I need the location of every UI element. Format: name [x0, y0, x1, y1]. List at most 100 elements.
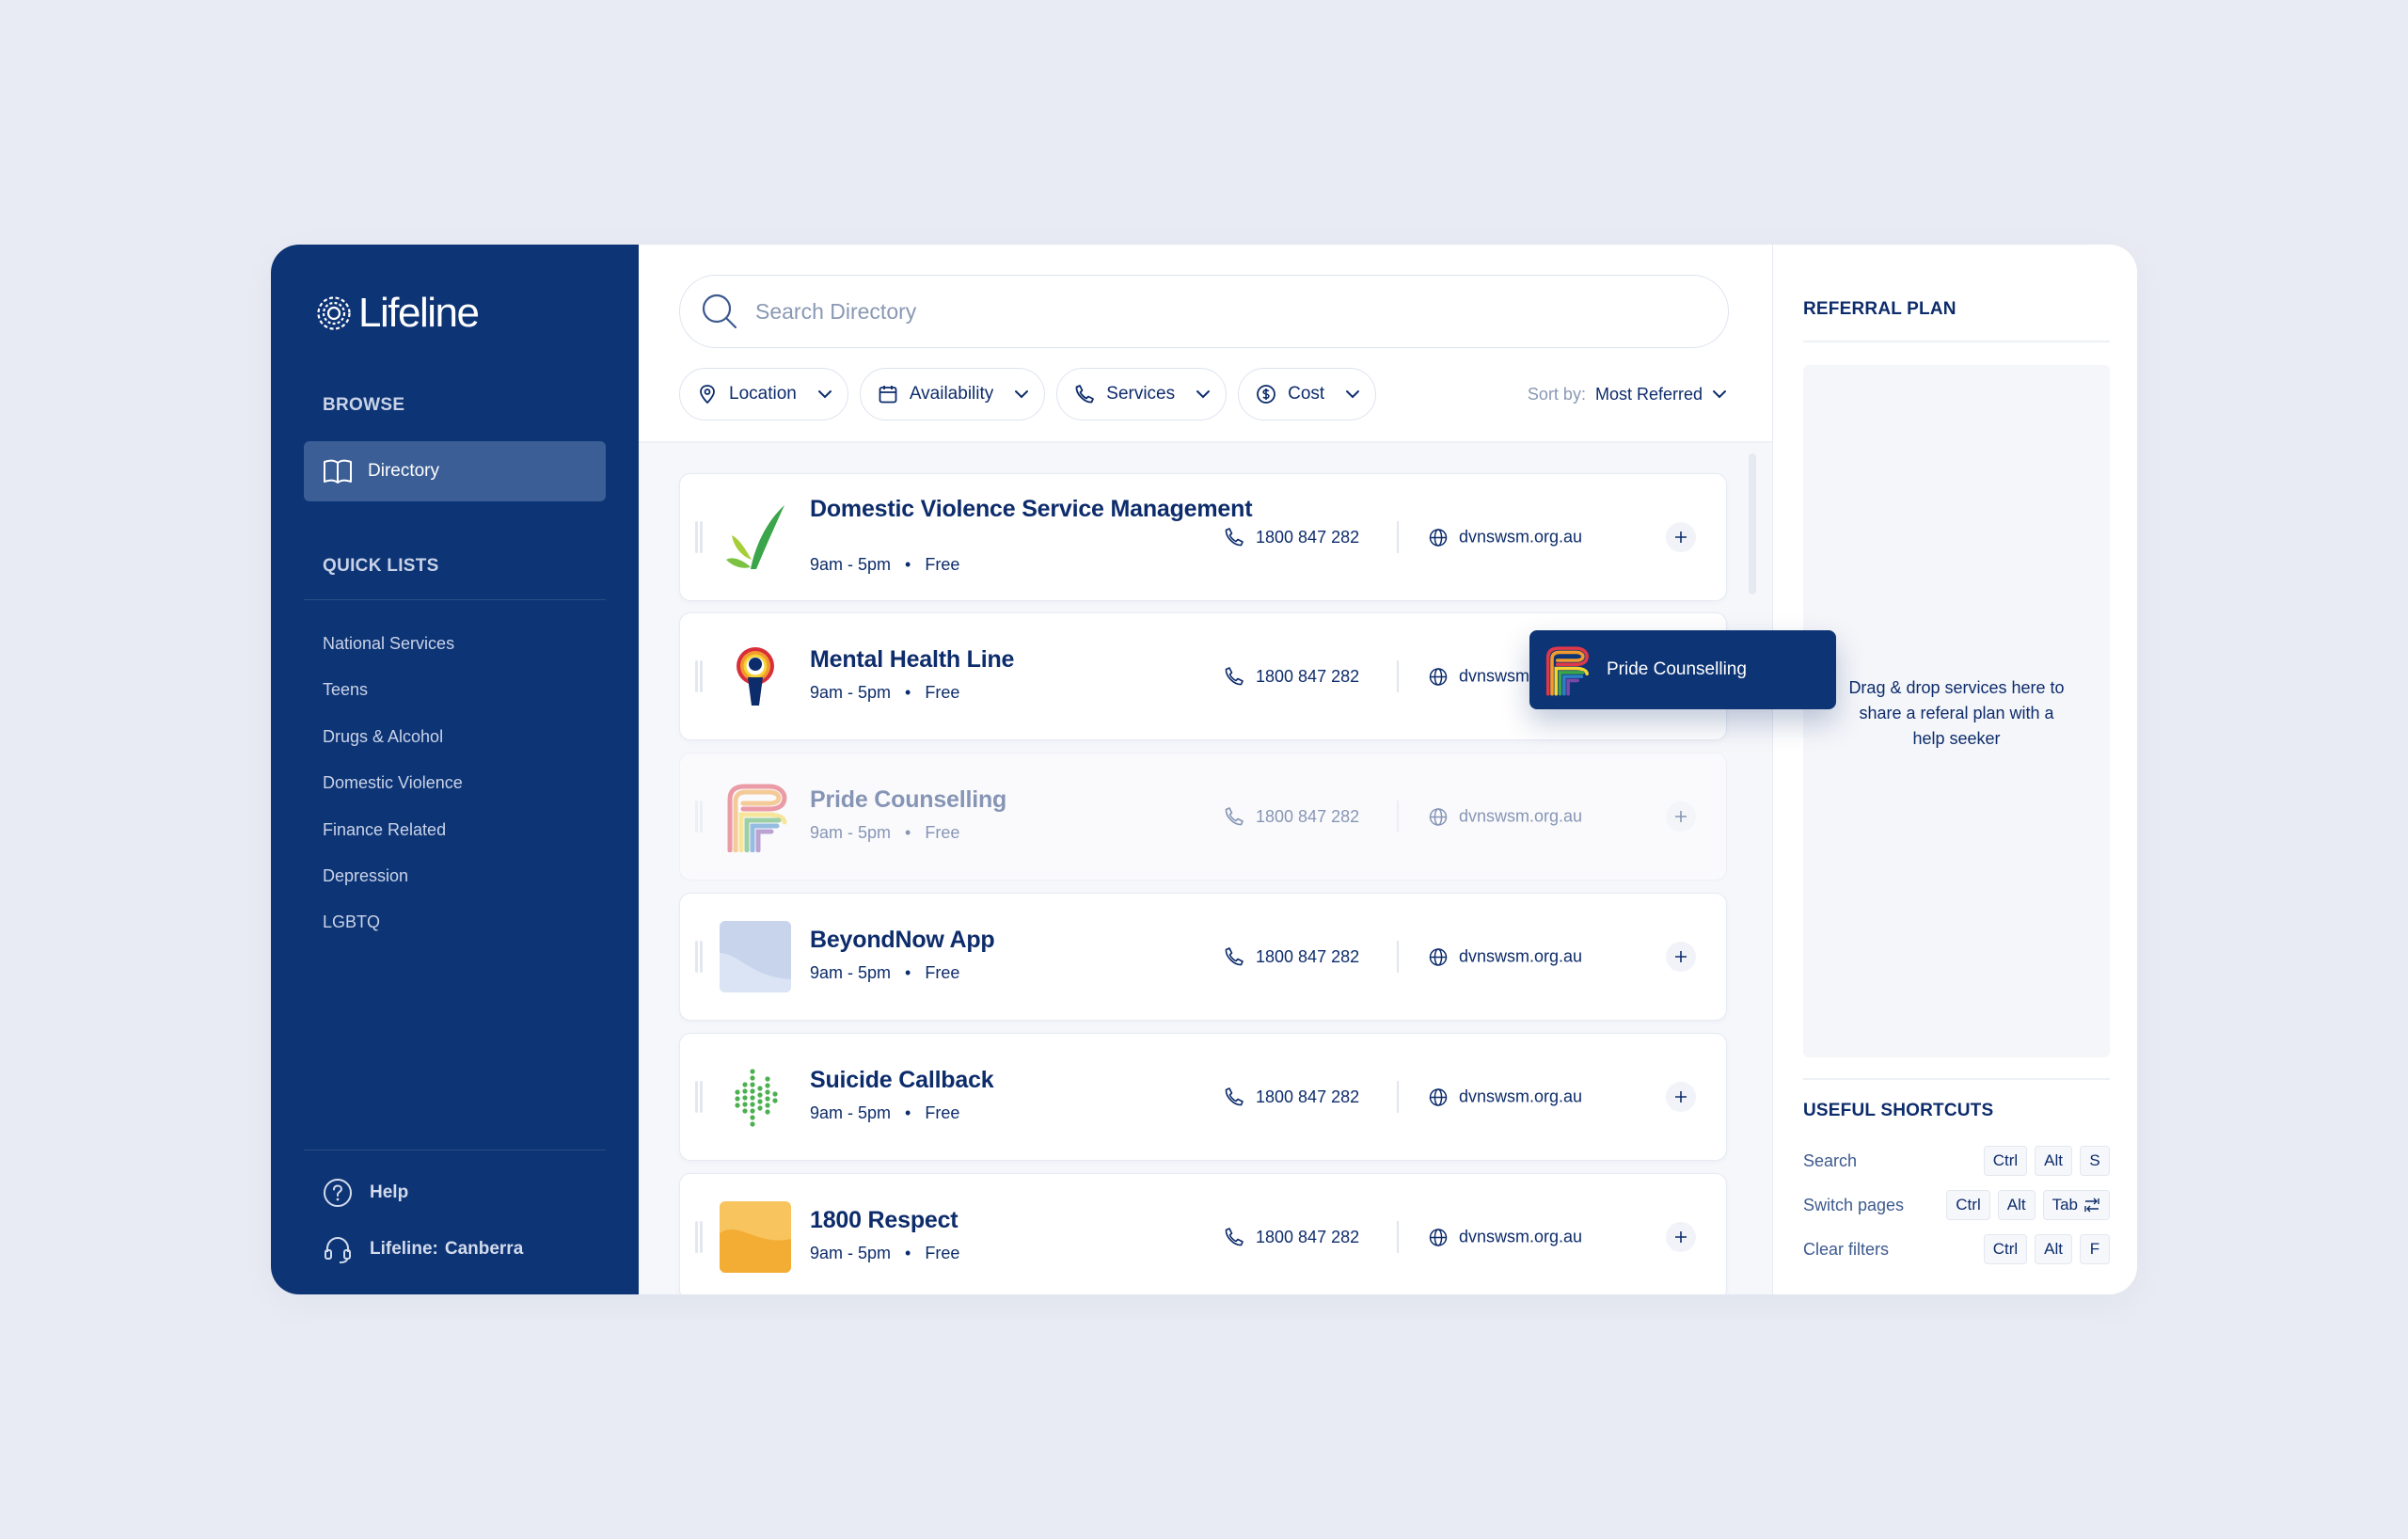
phone-number: 1800 847 282 — [1256, 806, 1360, 826]
person-rainbow-logo — [720, 641, 791, 712]
chevron-down-icon — [817, 390, 832, 399]
help-link[interactable]: Help — [323, 1178, 408, 1208]
tab-arrows-icon — [2084, 1198, 2099, 1213]
directory-main: Search Directory Location Availability S… — [639, 245, 1773, 1294]
phone-icon — [1225, 947, 1244, 966]
website-url: dvnswsm.org.au — [1459, 527, 1583, 547]
filter-label: Location — [729, 384, 797, 404]
service-card[interactable]: BeyondNow App 9am - 5pm • Free 1800 847 … — [679, 893, 1727, 1021]
drag-handle[interactable] — [695, 660, 703, 692]
service-title: 1800 Respect — [810, 1207, 958, 1233]
drag-handle[interactable] — [695, 521, 703, 553]
drag-handle[interactable] — [695, 1081, 703, 1113]
add-to-plan-button[interactable] — [1666, 522, 1696, 552]
search-bar[interactable]: Search Directory — [679, 275, 1729, 348]
brand-name: Lifeline — [358, 290, 480, 336]
quick-list-item[interactable]: Teens — [323, 667, 463, 713]
key-cap: Alt — [2035, 1146, 2072, 1176]
dragged-service-chip[interactable]: Pride Counselling — [1529, 630, 1836, 709]
add-to-plan-button[interactable] — [1666, 1082, 1696, 1112]
service-card[interactable]: Suicide Callback 9am - 5pm • Free 1800 8… — [679, 1033, 1727, 1161]
key-combo: Ctrl Alt S — [1983, 1146, 2110, 1176]
sidebar-item-directory[interactable]: Directory — [304, 441, 606, 501]
quick-list-item[interactable]: Finance Related — [323, 807, 463, 853]
drag-handle[interactable] — [695, 1221, 703, 1253]
location-value: Canberra — [444, 1239, 524, 1259]
key-cap: Ctrl — [1983, 1234, 2028, 1264]
cost-filter[interactable]: Cost — [1238, 368, 1377, 420]
phone-icon — [1225, 1087, 1244, 1106]
location-filter[interactable]: Location — [679, 368, 848, 420]
sidebar: Lifeline BROWSE Directory QUICK LISTS Na… — [271, 245, 639, 1294]
sort-dropdown[interactable]: Sort by: Most Referred — [1528, 368, 1727, 420]
globe-icon — [1429, 1228, 1448, 1246]
dragged-service-label: Pride Counselling — [1607, 659, 1747, 679]
quick-list-item[interactable]: Domestic Violence — [323, 760, 463, 806]
blue-wave-logo — [720, 921, 791, 992]
service-website[interactable]: dvnswsm.org.au — [1429, 1228, 1582, 1247]
service-website[interactable]: dvnswsm.org.au — [1429, 807, 1582, 827]
book-icon — [324, 459, 352, 484]
divider — [1397, 1221, 1399, 1253]
phone-number: 1800 847 282 — [1256, 946, 1360, 966]
drag-handle[interactable] — [695, 941, 703, 973]
service-phone[interactable]: 1800 847 282 — [1224, 666, 1359, 687]
phone-icon — [1075, 385, 1095, 404]
key-cap-tab: Tab — [2042, 1190, 2110, 1220]
globe-icon — [1429, 667, 1448, 686]
shortcut-label: Clear filters — [1803, 1239, 1890, 1259]
service-phone[interactable]: 1800 847 282 — [1224, 806, 1359, 827]
headset-icon — [325, 1236, 351, 1263]
service-website[interactable]: dvnswsm.org.au — [1429, 528, 1582, 547]
quick-list-item[interactable]: Depression — [323, 853, 463, 899]
service-website[interactable]: dvnswsm.org.au — [1429, 1087, 1582, 1107]
shortcut-label: Search — [1803, 1150, 1858, 1170]
add-to-plan-button[interactable] — [1666, 942, 1696, 972]
website-url: dvnswsm.org.au — [1459, 946, 1583, 966]
divider — [1397, 801, 1399, 833]
filter-label: Cost — [1288, 384, 1325, 404]
dropzone-text: Drag & drop services here to share a ref… — [1848, 678, 2065, 748]
service-phone[interactable]: 1800 847 282 — [1224, 527, 1359, 547]
shortcut-row: Search Ctrl Alt S — [1803, 1145, 2110, 1177]
location-text: Lifeline: Canberra — [370, 1239, 523, 1260]
phone-icon — [1225, 667, 1244, 686]
website-url: dvnswsm.org.au — [1459, 1087, 1583, 1106]
service-hours: 9am - 5pm — [810, 555, 892, 574]
search-input[interactable]: Search Directory — [755, 299, 916, 325]
website-url: dvnswsm.org.au — [1459, 806, 1583, 826]
service-card[interactable]: 1800 Respect 9am - 5pm • Free 1800 847 2… — [679, 1173, 1727, 1294]
service-card[interactable]: Domestic Violence Service Management 9am… — [679, 473, 1727, 601]
services-filter[interactable]: Services — [1056, 368, 1228, 420]
key-cap: F — [2080, 1234, 2110, 1264]
key-combo: Ctrl Alt Tab — [1946, 1190, 2110, 1220]
service-phone[interactable]: 1800 847 282 — [1224, 1227, 1359, 1247]
service-phone[interactable]: 1800 847 282 — [1224, 946, 1359, 967]
divider — [1397, 941, 1399, 973]
shortcut-row: Clear filters Ctrl Alt F — [1803, 1233, 2110, 1265]
service-website[interactable]: dvnswsm.org.au — [1429, 947, 1582, 967]
quick-list-item[interactable]: National Services — [323, 621, 463, 667]
service-hours: 9am - 5pm — [810, 1103, 892, 1122]
add-to-plan-button[interactable] — [1666, 1222, 1696, 1252]
service-title: Suicide Callback — [810, 1067, 994, 1093]
chevron-down-icon — [1015, 390, 1029, 399]
drag-handle[interactable] — [695, 801, 703, 833]
lifeline-logo[interactable]: Lifeline — [315, 290, 480, 337]
add-to-plan-button[interactable] — [1666, 801, 1696, 832]
divider — [639, 441, 1772, 443]
phone-number: 1800 847 282 — [1256, 527, 1360, 547]
service-card-dragging[interactable]: Pride Counselling 9am - 5pm • Free 1800 … — [679, 753, 1727, 881]
quick-lists-label: QUICK LISTS — [323, 556, 439, 576]
quick-list-item[interactable]: LGBTQ — [323, 899, 463, 945]
availability-filter[interactable]: Availability — [859, 368, 1046, 420]
phone-number: 1800 847 282 — [1256, 666, 1360, 686]
quick-list-item[interactable]: Drugs & Alcohol — [323, 714, 463, 760]
scrollbar[interactable] — [1749, 453, 1756, 595]
help-icon — [324, 1179, 352, 1207]
orange-wave-logo — [720, 1201, 791, 1273]
location-selector[interactable]: Lifeline: Canberra — [323, 1234, 523, 1264]
service-phone[interactable]: 1800 847 282 — [1224, 1087, 1359, 1107]
filter-label: Services — [1106, 384, 1176, 404]
key-cap: Ctrl — [1946, 1190, 1990, 1220]
